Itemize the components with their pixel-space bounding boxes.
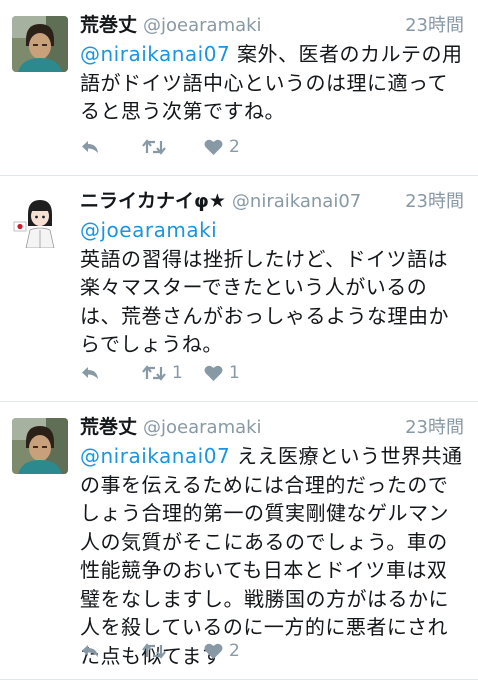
tweet-text: @niraikanai07 案外、医者のカルテの用語がドイツ語中心というのは理に… <box>80 40 464 126</box>
tweet-actions: 2 <box>80 641 266 661</box>
tweet[interactable]: 荒巻丈 @joearamaki 23時間 @niraikanai07 ええ医療と… <box>0 402 478 680</box>
tweet-header: 荒巻丈 @joearamaki 23時間 <box>80 412 464 442</box>
heart-icon <box>204 139 223 156</box>
reply-button[interactable] <box>80 364 142 382</box>
tweet-text: @niraikanai07 ええ医療という世界共通の事を伝えるためには合理的だっ… <box>80 442 464 670</box>
retweet-icon <box>142 642 166 660</box>
avatar[interactable] <box>12 418 68 474</box>
tweet-actions: 2 <box>80 137 266 157</box>
user-handle[interactable]: @niraikanai07 <box>232 191 397 212</box>
like-count: 2 <box>229 137 240 157</box>
like-button[interactable]: 1 <box>204 363 266 383</box>
reply-button[interactable] <box>80 138 142 156</box>
timeline: 荒巻丈 @joearamaki 23時間 @niraikanai07 案外、医者… <box>0 0 478 680</box>
tweet-header: 荒巻丈 @joearamaki 23時間 <box>80 10 464 40</box>
retweet-icon <box>142 138 166 156</box>
tweet-body: 英語の習得は挫折したけど、ドイツ語は楽々マスターできたという人がいるのは、荒巻さ… <box>80 246 449 357</box>
tweet-actions: 1 1 <box>80 363 266 383</box>
user-handle[interactable]: @joearamaki <box>143 417 397 438</box>
like-button[interactable]: 2 <box>204 641 266 661</box>
retweet-icon <box>142 364 166 382</box>
tweet-text: @joearamaki 英語の習得は挫折したけど、ドイツ語は楽々マスターできたとい… <box>80 216 464 359</box>
timestamp[interactable]: 23時間 <box>405 413 464 439</box>
retweet-button[interactable] <box>142 642 204 660</box>
heart-icon <box>204 365 223 382</box>
tweet-header: ニライカナイφ★ @niraikanai07 23時間 <box>80 186 464 216</box>
retweet-count: 1 <box>172 363 183 383</box>
retweet-button[interactable]: 1 <box>142 363 204 383</box>
reply-icon <box>80 642 100 660</box>
like-count: 2 <box>229 641 240 661</box>
retweet-button[interactable] <box>142 138 204 156</box>
like-button[interactable]: 2 <box>204 137 266 157</box>
display-name[interactable]: ニライカナイφ★ <box>80 186 226 213</box>
user-handle[interactable]: @joearamaki <box>143 15 397 36</box>
like-count: 1 <box>229 363 240 383</box>
avatar[interactable] <box>12 192 68 248</box>
mention-link[interactable]: @joearamaki <box>80 218 217 242</box>
display-name[interactable]: 荒巻丈 <box>80 10 137 37</box>
reply-button[interactable] <box>80 642 142 660</box>
tweet[interactable]: 荒巻丈 @joearamaki 23時間 @niraikanai07 案外、医者… <box>0 0 478 176</box>
heart-icon <box>204 643 223 660</box>
avatar[interactable] <box>12 16 68 72</box>
mention-link[interactable]: @niraikanai07 <box>80 444 230 468</box>
display-name[interactable]: 荒巻丈 <box>80 412 137 439</box>
reply-icon <box>80 138 100 156</box>
mention-link[interactable]: @niraikanai07 <box>80 42 230 66</box>
reply-icon <box>80 364 100 382</box>
tweet[interactable]: ニライカナイφ★ @niraikanai07 23時間 @joearamaki 英… <box>0 176 478 402</box>
timestamp[interactable]: 23時間 <box>405 187 464 213</box>
tweet-body: ええ医療という世界共通の事を伝えるためには合理的だったのでしょう合理的第一の質実… <box>80 444 463 668</box>
timestamp[interactable]: 23時間 <box>405 11 464 37</box>
